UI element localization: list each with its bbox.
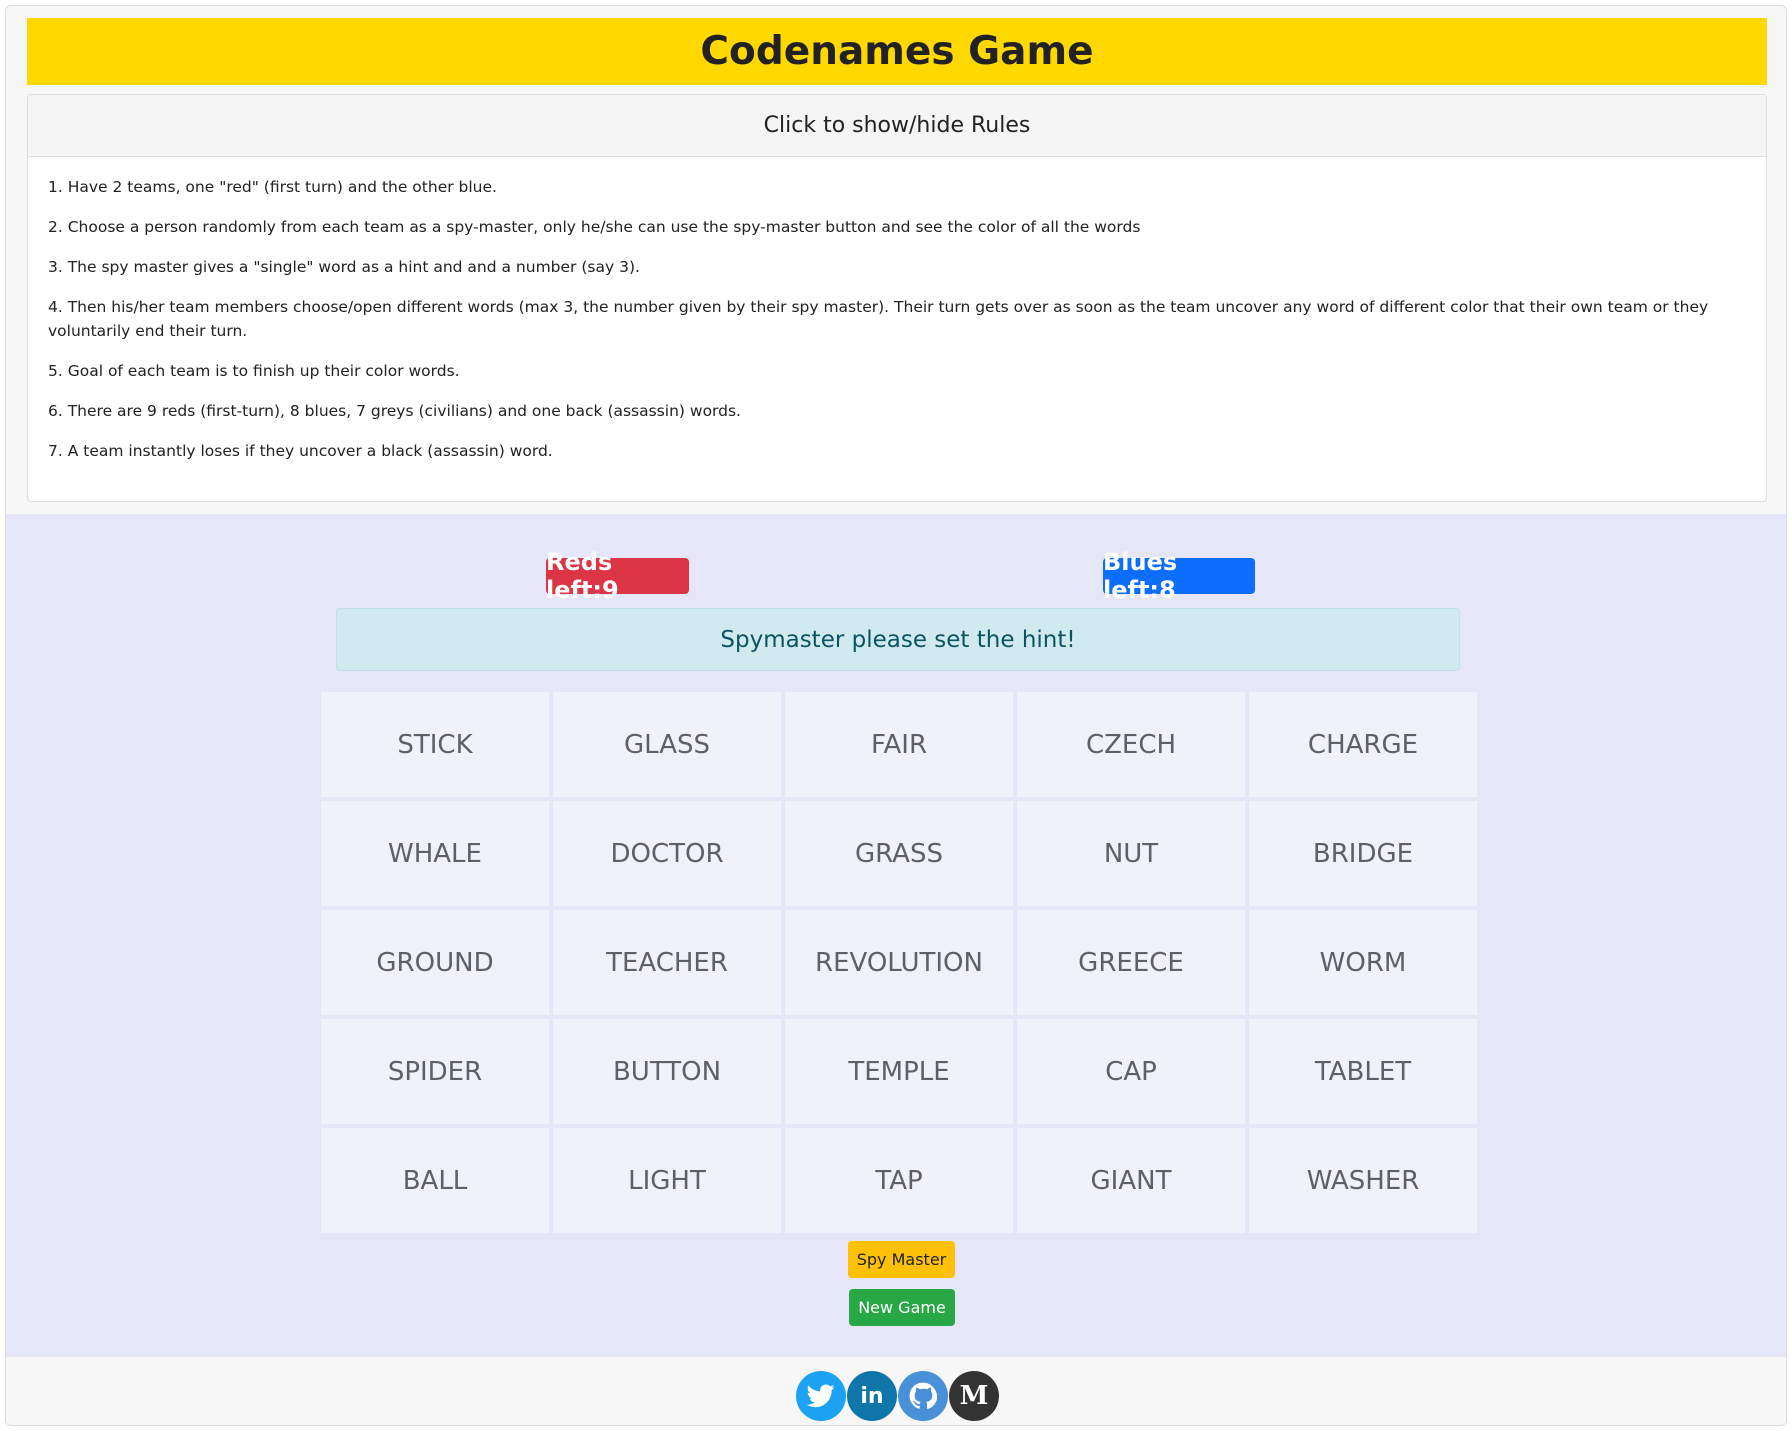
medium-link[interactable]: M <box>949 1371 999 1421</box>
word-card[interactable]: CAP <box>1017 1019 1245 1124</box>
spy-master-button[interactable]: Spy Master <box>848 1241 955 1278</box>
word-label: CAP <box>1105 1056 1157 1087</box>
word-label: STICK <box>397 729 473 760</box>
word-card[interactable]: BALL <box>321 1128 549 1233</box>
word-card[interactable]: GIANT <box>1017 1128 1245 1233</box>
rules-list: 1. Have 2 teams, one "red" (first turn) … <box>28 157 1766 463</box>
word-label: WORM <box>1319 947 1407 978</box>
word-card[interactable]: GRASS <box>785 801 1013 906</box>
word-label: TEACHER <box>606 947 728 978</box>
rule-item: 4. Then his/her team members choose/open… <box>48 298 1709 340</box>
rule-item: 7. A team instantly loses if they uncove… <box>48 442 553 460</box>
word-card[interactable]: WORM <box>1249 910 1477 1015</box>
word-card[interactable]: REVOLUTION <box>785 910 1013 1015</box>
word-label: GROUND <box>376 947 494 978</box>
word-card[interactable]: FAIR <box>785 692 1013 797</box>
page-title: Codenames Game <box>700 29 1094 74</box>
word-label: GIANT <box>1090 1165 1172 1196</box>
word-label: BUTTON <box>612 1056 722 1087</box>
word-card[interactable]: GLASS <box>553 692 781 797</box>
word-card[interactable]: TAP <box>785 1128 1013 1233</box>
blues-left-badge: Blues left:8 <box>1103 548 1255 604</box>
word-label: BRIDGE <box>1312 838 1414 869</box>
word-label: BALL <box>402 1165 468 1196</box>
footer: in M <box>6 1356 1786 1425</box>
linkedin-icon: in <box>860 1383 884 1409</box>
word-label: GLASS <box>623 729 711 760</box>
word-card[interactable]: CHARGE <box>1249 692 1477 797</box>
word-label: TEMPLE <box>848 1056 950 1087</box>
word-label: SPIDER <box>387 1056 483 1087</box>
word-label: GREECE <box>1078 947 1184 978</box>
linkedin-link[interactable]: in <box>847 1371 897 1421</box>
word-label: NUT <box>1103 838 1159 869</box>
page-frame: Codenames Game Click to show/hide Rules … <box>5 5 1787 1426</box>
game-area: Reds left:9 Blues left:8 Spymaster pleas… <box>6 514 1786 1356</box>
github-link[interactable] <box>898 1371 948 1421</box>
word-label: WASHER <box>1306 1165 1420 1196</box>
twitter-icon <box>807 1384 835 1408</box>
rule-item: 1. Have 2 teams, one "red" (first turn) … <box>48 178 497 196</box>
word-card[interactable]: GROUND <box>321 910 549 1015</box>
word-card[interactable]: TABLET <box>1249 1019 1477 1124</box>
word-label: LIGHT <box>628 1165 706 1196</box>
reds-left-badge: Reds left:9 <box>546 548 689 604</box>
rule-item: 5. Goal of each team is to finish up the… <box>48 362 460 380</box>
word-label: CZECH <box>1085 729 1177 760</box>
new-game-button[interactable]: New Game <box>849 1289 955 1326</box>
rule-item: 3. The spy master gives a "single" word … <box>48 258 640 276</box>
rule-item: 6. There are 9 reds (first-turn), 8 blue… <box>48 402 741 420</box>
word-card[interactable]: BUTTON <box>553 1019 781 1124</box>
github-icon <box>909 1382 937 1409</box>
medium-icon: M <box>959 1381 989 1411</box>
rules-toggle-label: Click to show/hide Rules <box>763 113 1031 138</box>
word-card[interactable]: DOCTOR <box>553 801 781 906</box>
hint-message: Spymaster please set the hint! <box>720 626 1076 653</box>
word-label: GRASS <box>855 838 943 869</box>
word-label: REVOLUTION <box>815 947 983 978</box>
rule-item: 2. Choose a person randomly from each te… <box>48 218 1141 236</box>
hint-alert: Spymaster please set the hint! <box>336 608 1460 671</box>
word-card[interactable]: STICK <box>321 692 549 797</box>
word-card[interactable]: GREECE <box>1017 910 1245 1015</box>
twitter-link[interactable] <box>796 1371 846 1421</box>
word-card[interactable]: TEACHER <box>553 910 781 1015</box>
word-card[interactable]: WASHER <box>1249 1128 1477 1233</box>
word-card[interactable]: NUT <box>1017 801 1245 906</box>
word-label: DOCTOR <box>610 838 724 869</box>
word-card[interactable]: TEMPLE <box>785 1019 1013 1124</box>
word-card[interactable]: WHALE <box>321 801 549 906</box>
word-card[interactable]: CZECH <box>1017 692 1245 797</box>
word-label: WHALE <box>388 838 482 869</box>
word-label: TAP <box>875 1165 923 1196</box>
word-card[interactable]: SPIDER <box>321 1019 549 1124</box>
app-header: Codenames Game <box>27 18 1767 85</box>
word-card[interactable]: LIGHT <box>553 1128 781 1233</box>
rules-toggle[interactable]: Click to show/hide Rules <box>28 95 1766 157</box>
rules-card: Click to show/hide Rules 1. Have 2 teams… <box>27 94 1767 502</box>
word-label: TABLET <box>1314 1056 1412 1087</box>
word-label: FAIR <box>870 729 928 760</box>
word-label: CHARGE <box>1307 729 1419 760</box>
word-board: STICK GLASS FAIR CZECH CHARGE WHALE DOCT… <box>321 692 1481 1233</box>
word-card[interactable]: BRIDGE <box>1249 801 1477 906</box>
